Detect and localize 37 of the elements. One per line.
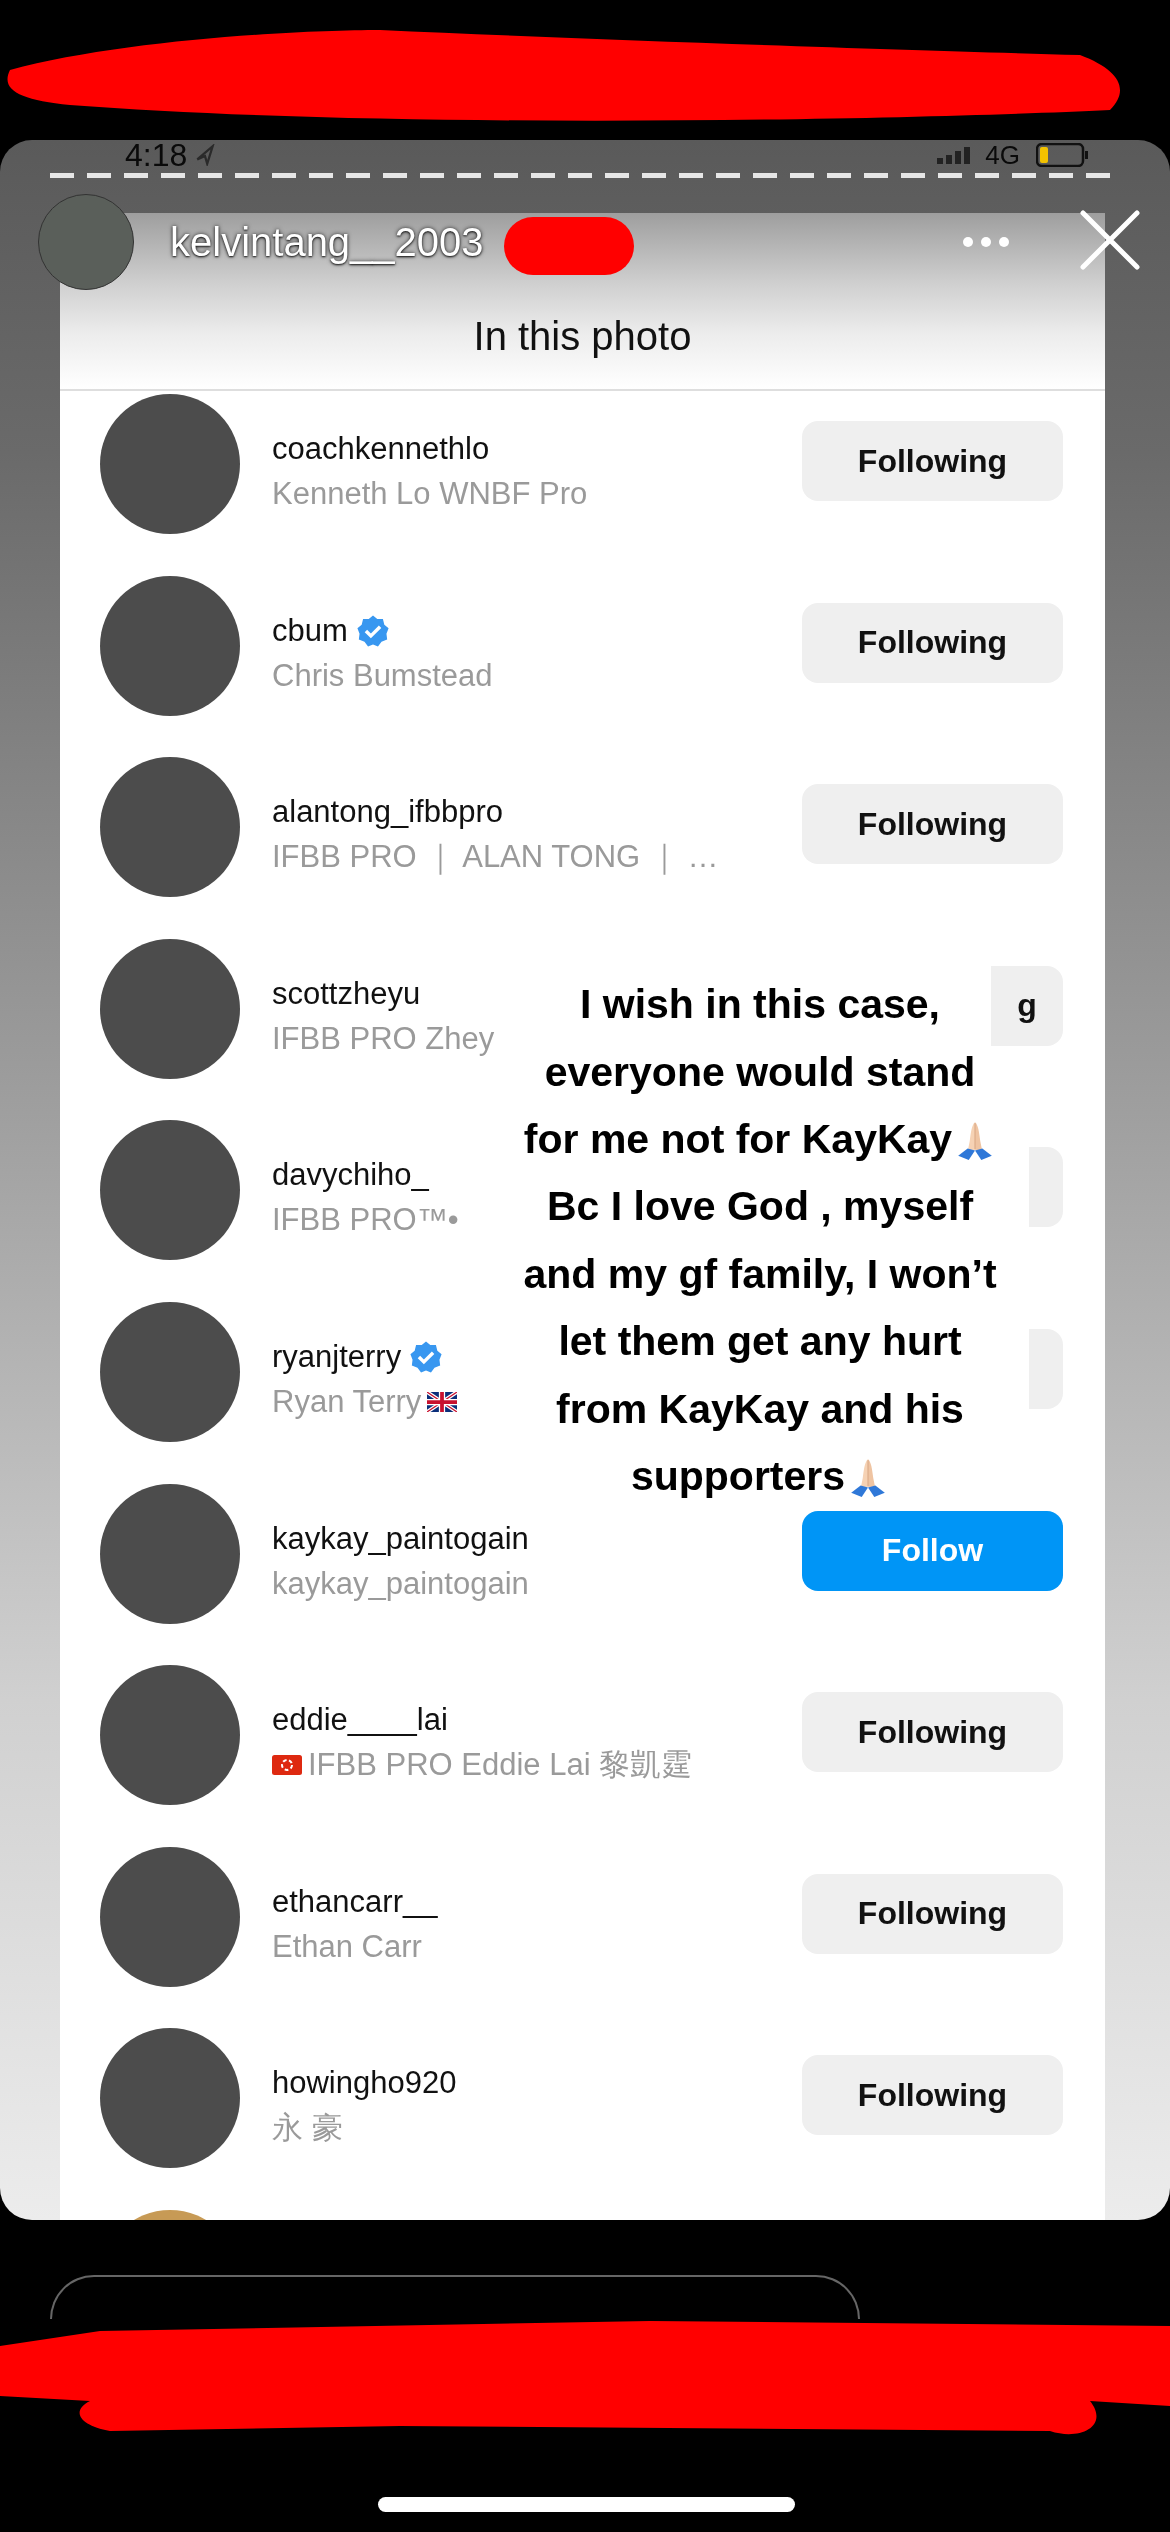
username[interactable]: ethancarr__	[272, 1883, 438, 1920]
full-name: IFBB PRO Eddie Lai 黎凱霆	[308, 1746, 693, 1785]
username[interactable]: kaykay_paintogain	[272, 1520, 529, 1557]
following-button[interactable]: Following	[802, 1692, 1063, 1773]
full-name: Chris Bumstead	[272, 657, 493, 694]
full-name: Kenneth Lo WNBF Pro	[272, 476, 588, 512]
following-button[interactable]: Following	[802, 421, 1063, 501]
caption-text: from KayKay and his	[556, 1385, 964, 1433]
caption-text: everyone would stand	[544, 1048, 976, 1096]
following-button[interactable]: g	[991, 965, 1063, 1046]
username[interactable]: alantong_ifbbpro	[272, 794, 503, 831]
username[interactable]: cbum	[272, 612, 348, 649]
following-button[interactable]: Following	[802, 1873, 1063, 1954]
full-name: IFBB PRO™•	[272, 1202, 459, 1239]
caption-text: I wish in this case,	[580, 981, 940, 1029]
full-name: IFBB PRO Zhey	[272, 1020, 495, 1057]
caption-text: supporters	[630, 1452, 846, 1500]
username[interactable]: scottzheyu	[272, 975, 421, 1012]
username[interactable]: coachkennethlo	[272, 431, 490, 467]
network-label: 4G	[985, 140, 1020, 171]
username[interactable]: eddie____lai	[272, 1702, 448, 1739]
full-name: kaykay_paintogain	[272, 1565, 529, 1602]
full-name: IFBB PRO ｜ ALAN TONG ｜ …	[272, 838, 719, 877]
full-name: 永 豪	[272, 2109, 343, 2148]
caption-text: for me not for KayKay	[523, 1115, 953, 1163]
caption-text: let them get any hurt	[558, 1318, 962, 1366]
username[interactable]: ryanjterry	[272, 1338, 402, 1375]
following-button[interactable]: Following	[802, 2055, 1063, 2136]
username[interactable]: davychiho_	[272, 1157, 429, 1194]
full-name: Ethan Carr	[272, 1928, 422, 1965]
status-time: 4:18	[125, 140, 188, 170]
caption-text: Bc I love God , myself	[546, 1183, 974, 1231]
caption-text: and my gf family, I won’t	[523, 1250, 997, 1298]
following-button[interactable]: Following	[802, 784, 1063, 865]
following-button[interactable]: Following	[802, 602, 1063, 683]
username[interactable]: howingho920	[272, 2065, 457, 2102]
full-name: Ryan Terry	[272, 1383, 422, 1420]
